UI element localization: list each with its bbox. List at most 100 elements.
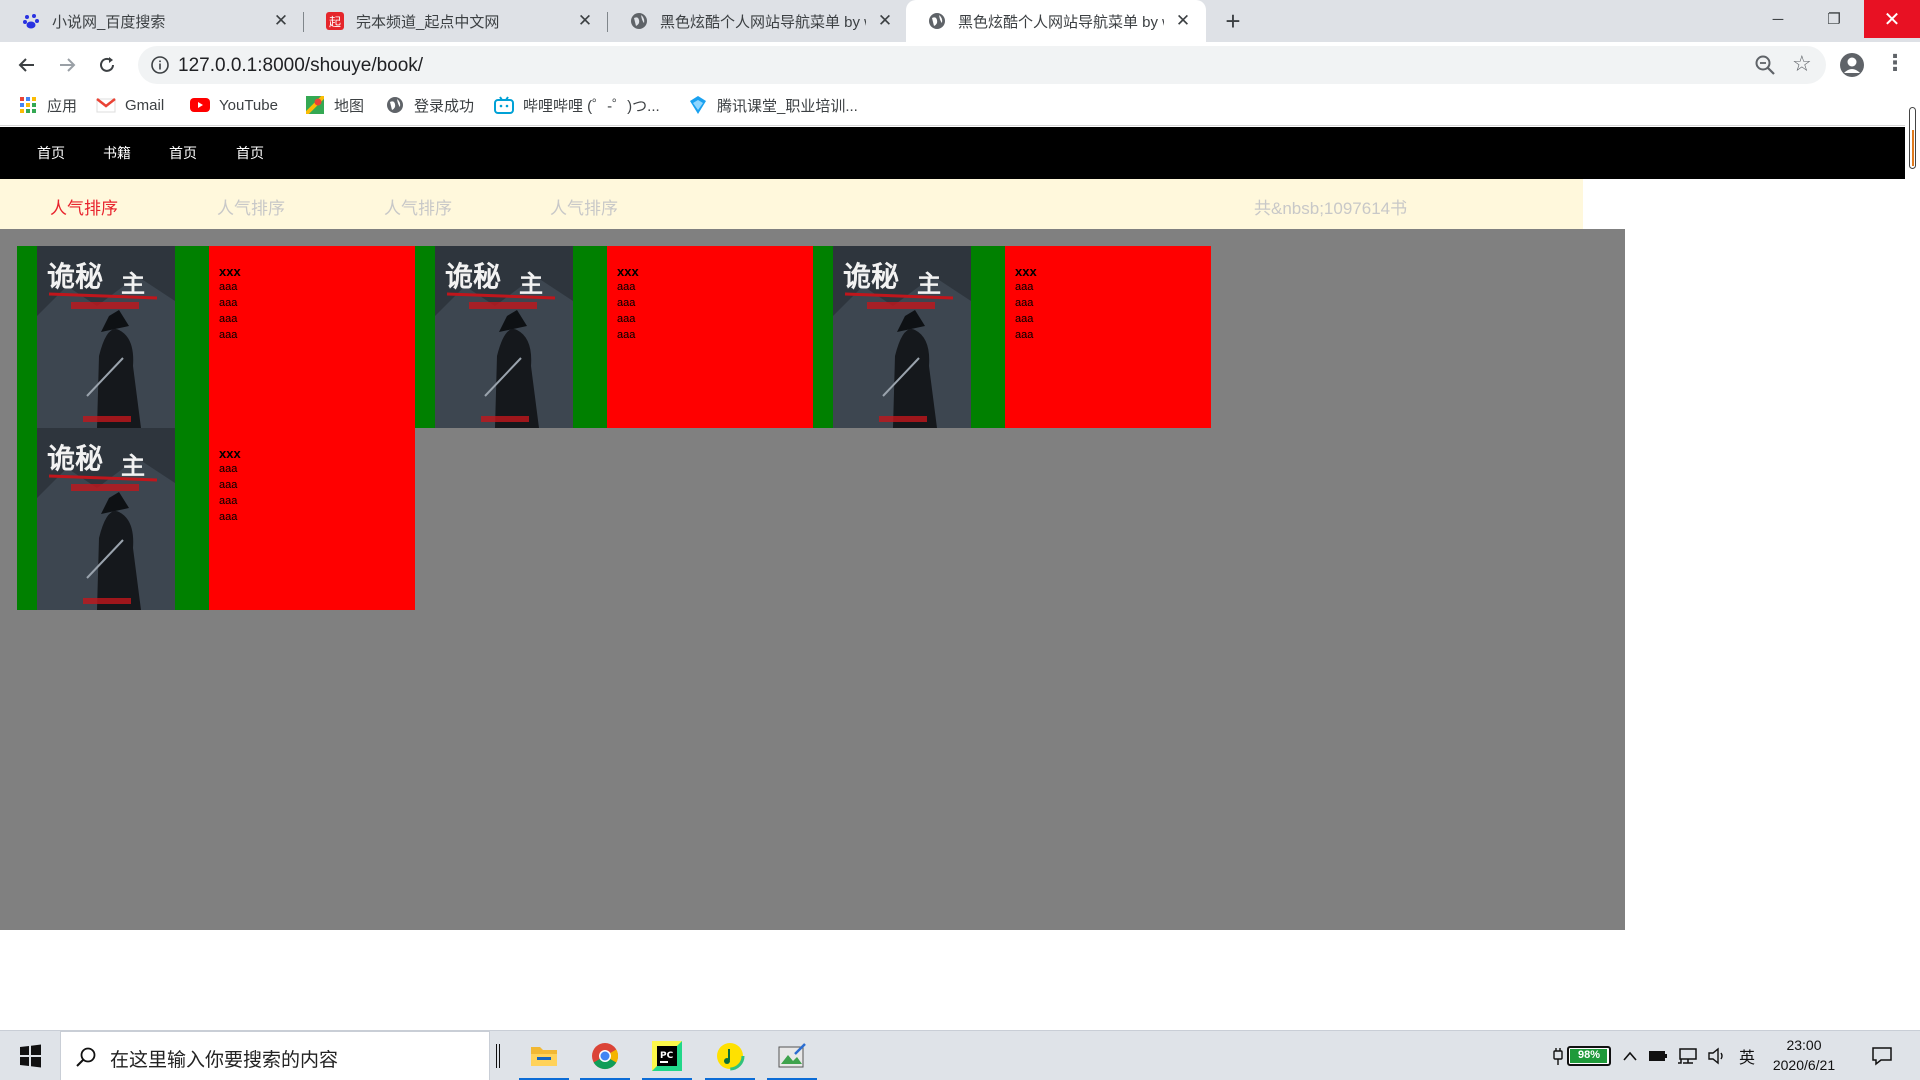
book-title[interactable]: xxx: [219, 264, 415, 279]
baidu-paw-icon: [22, 12, 40, 30]
youtube-icon: [190, 95, 210, 115]
profile-avatar-icon[interactable]: [1838, 51, 1866, 79]
nav-link-home-3[interactable]: 首页: [236, 143, 264, 163]
bookmark-bilibili[interactable]: 哔哩哔哩 (゜-゜)つ...: [494, 88, 660, 122]
svg-text:PC: PC: [660, 1051, 674, 1061]
tab-strip: 小说网_百度搜索 ✕ 起 完本频道_起点中文网 ✕ 黑色炫酷个人网站导航菜单 b…: [0, 0, 1920, 42]
url-text[interactable]: 127.0.0.1:8000/shouye/book/: [178, 55, 423, 77]
book-card[interactable]: 诡秘 主 xxx aaa aaa aaa aaa: [813, 246, 1211, 428]
battery-indicator[interactable]: 98%: [1567, 1046, 1611, 1066]
book-detail-line: aaa: [617, 281, 636, 293]
address-bar[interactable]: 127.0.0.1:8000/shouye/book/ ☆: [138, 46, 1826, 84]
taskbar-chrome[interactable]: [580, 1031, 630, 1080]
close-icon[interactable]: ✕: [876, 11, 894, 30]
back-button[interactable]: [12, 50, 42, 80]
taskbar-qq-music[interactable]: [705, 1031, 755, 1080]
nav-link-home-2[interactable]: 首页: [169, 143, 197, 163]
sort-tab-popularity-4[interactable]: 人气排序: [550, 194, 618, 219]
tab-title: 完本频道_起点中文网: [356, 13, 500, 31]
minimize-button[interactable]: ─: [1750, 0, 1806, 38]
bookmark-maps[interactable]: 地图: [305, 88, 364, 122]
svg-text:诡秘: 诡秘: [843, 260, 899, 293]
close-icon[interactable]: ✕: [272, 11, 290, 30]
close-icon[interactable]: ✕: [576, 11, 594, 30]
book-detail-line: aaa: [219, 297, 238, 309]
taskbar-search-box[interactable]: 在这里输入你要搜索的内容: [60, 1031, 490, 1080]
sort-tab-popularity[interactable]: 人气排序: [50, 194, 118, 219]
tab-nav-menu-2[interactable]: 黑色炫酷个人网站导航菜单 by w ✕: [906, 0, 1206, 42]
bookmark-label: 地图: [334, 97, 365, 115]
clock-date: 2020/6/21: [1772, 1057, 1836, 1073]
web-page: 首页 书籍 首页 首页 人气排序 人气排序 人气排序 人气排序 共&nbsb;1…: [0, 127, 1905, 1029]
bookmark-login[interactable]: 登录成功: [385, 88, 474, 122]
book-card[interactable]: 诡秘 主 xxx aaa aaa aaa aaa: [415, 246, 813, 428]
tab-baidu[interactable]: 小说网_百度搜索 ✕: [0, 0, 304, 42]
book-detail-line: aaa: [219, 313, 238, 325]
taskbar-pycharm[interactable]: PC: [642, 1031, 692, 1080]
menu-kebab-icon[interactable]: ⋮: [1884, 50, 1906, 76]
bookmark-tencent-classroom[interactable]: 腾讯课堂_职业培训...: [688, 88, 858, 122]
globe-icon: [630, 12, 648, 30]
volume-icon[interactable]: [1704, 1031, 1730, 1080]
bookmark-label: 腾讯课堂_职业培训...: [717, 97, 858, 115]
book-card[interactable]: 诡秘 主 xxx aaa aaa aaa aaa: [17, 246, 415, 428]
bookmark-gmail[interactable]: Gmail: [96, 88, 164, 122]
site-top-nav: 首页 书籍 首页 首页: [0, 127, 1905, 179]
book-detail-line: aaa: [1015, 281, 1034, 293]
chevron-up-icon[interactable]: [1618, 1031, 1642, 1080]
forward-button[interactable]: [52, 50, 82, 80]
search-icon: [76, 1047, 96, 1067]
restore-button[interactable]: ❐: [1806, 0, 1862, 38]
book-cover-image[interactable]: 诡秘 主: [37, 428, 175, 610]
taskbar-file-explorer[interactable]: [519, 1031, 569, 1080]
bookmark-label: YouTube: [219, 96, 278, 114]
nav-link-home[interactable]: 首页: [37, 143, 65, 163]
windows-start-icon[interactable]: [10, 1041, 50, 1071]
new-tab-button[interactable]: +: [1220, 6, 1246, 36]
arrow-left-icon: [18, 58, 34, 72]
svg-text:诡秘: 诡秘: [445, 260, 501, 293]
sort-tab-popularity-3[interactable]: 人气排序: [384, 194, 452, 219]
window-close-button[interactable]: ✕: [1864, 0, 1920, 38]
network-icon[interactable]: [1675, 1031, 1701, 1080]
action-center-icon[interactable]: [1864, 1031, 1900, 1080]
nav-link-books[interactable]: 书籍: [103, 143, 131, 163]
sort-tab-popularity-2[interactable]: 人气排序: [217, 194, 285, 219]
reload-button[interactable]: [92, 50, 122, 80]
page-scrollbar[interactable]: [1905, 104, 1920, 1030]
scrollbar-thumb[interactable]: [1909, 107, 1916, 169]
book-info-panel: xxx aaa aaa aaa aaa: [209, 246, 415, 428]
tab-title: 黑色炫酷个人网站导航菜单 by w: [660, 13, 866, 31]
book-detail-line: aaa: [219, 495, 238, 507]
book-total-count: 共&nbsb;1097614书: [1254, 199, 1408, 218]
bookmark-youtube[interactable]: YouTube: [190, 88, 278, 122]
book-cover-image[interactable]: 诡秘 主: [37, 246, 175, 428]
svg-text:诡秘: 诡秘: [47, 442, 103, 475]
bookmark-star-icon[interactable]: ☆: [1792, 51, 1812, 77]
taskbar-image-editor[interactable]: [767, 1031, 817, 1080]
tab-qidian[interactable]: 起 完本频道_起点中文网 ✕: [304, 0, 608, 42]
power-plug-icon[interactable]: [1551, 1031, 1565, 1080]
book-title[interactable]: xxx: [1015, 264, 1211, 279]
info-icon[interactable]: [150, 55, 170, 75]
system-clock[interactable]: 23:00 2020/6/21: [1764, 1035, 1844, 1075]
battery-percent: 98%: [1577, 1049, 1601, 1061]
tab-title: 黑色炫酷个人网站导航菜单 by w: [958, 13, 1164, 31]
input-method-indicator[interactable]: 英: [1733, 1031, 1761, 1080]
qq-music-icon: [715, 1041, 745, 1071]
bookmark-label: 应用: [47, 97, 78, 115]
zoom-icon[interactable]: [1754, 54, 1776, 76]
qidian-icon: 起: [326, 12, 344, 30]
book-title[interactable]: xxx: [219, 446, 415, 461]
bookmark-apps[interactable]: 应用: [18, 88, 77, 122]
close-icon[interactable]: ✕: [1174, 11, 1192, 30]
svg-text:诡秘: 诡秘: [47, 260, 103, 293]
book-detail-line: aaa: [219, 463, 238, 475]
book-cover-image[interactable]: 诡秘 主: [833, 246, 971, 428]
book-title[interactable]: xxx: [617, 264, 813, 279]
book-cover-image[interactable]: 诡秘 主: [435, 246, 573, 428]
battery-icon[interactable]: [1645, 1031, 1671, 1080]
tab-nav-menu-1[interactable]: 黑色炫酷个人网站导航菜单 by w ✕: [608, 0, 908, 42]
book-card[interactable]: 诡秘 主 xxx aaa aaa aaa aaa: [17, 428, 415, 610]
maps-icon: [305, 95, 325, 115]
